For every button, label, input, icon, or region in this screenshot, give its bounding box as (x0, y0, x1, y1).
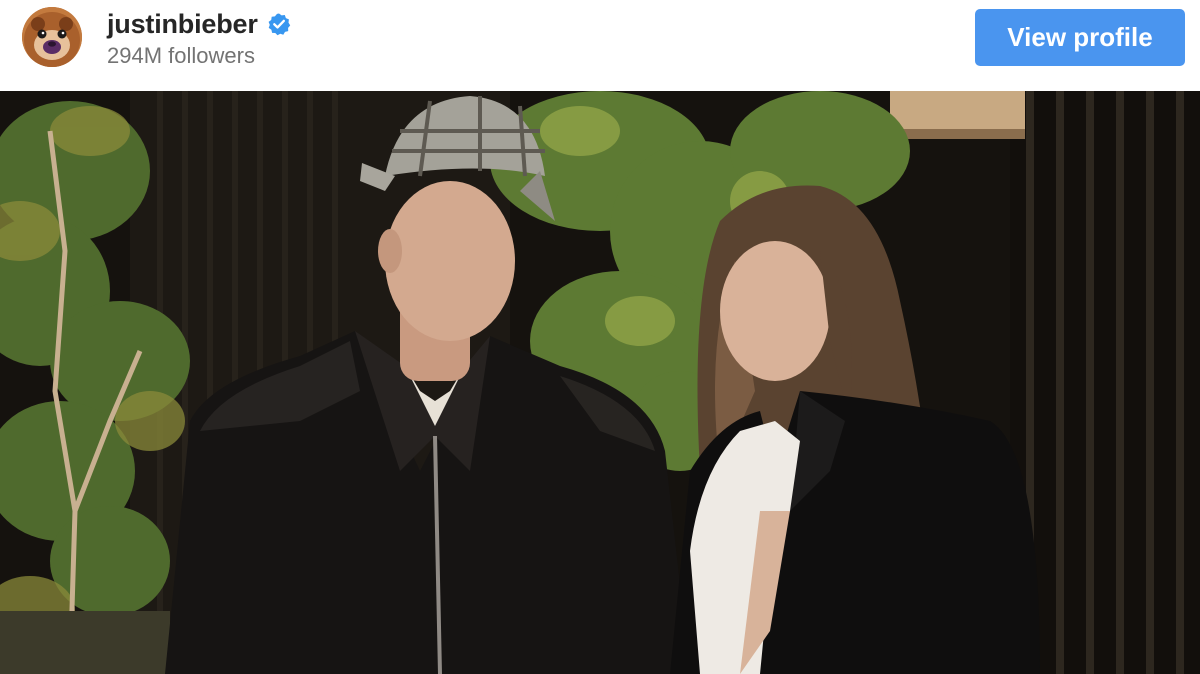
verified-badge-icon (267, 12, 291, 36)
username-row: justinbieber (107, 8, 291, 40)
bear-avatar-icon (22, 7, 82, 67)
view-profile-button[interactable]: View profile (975, 9, 1185, 66)
username-link[interactable]: justinbieber (107, 8, 258, 40)
follower-count: 294M followers (107, 43, 255, 68)
post-header: justinbieber 294M followers View profile (0, 0, 1200, 91)
post-photo[interactable] (0, 91, 1200, 674)
instagram-embed: justinbieber 294M followers View profile (0, 0, 1200, 674)
profile-avatar[interactable] (22, 7, 82, 67)
